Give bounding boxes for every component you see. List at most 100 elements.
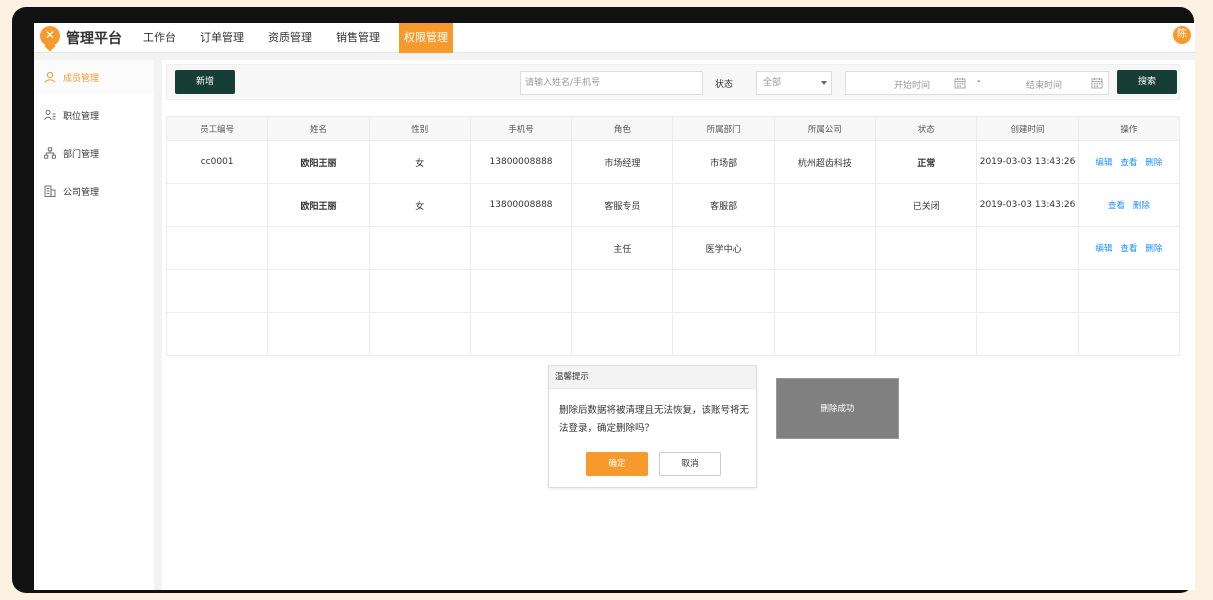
filter-toolbar: 新增 状态 全部 开始时间 - 结束时间 bbox=[166, 64, 1180, 100]
column-header: 所属部门 bbox=[672, 116, 775, 141]
cell-status: 正常 bbox=[875, 140, 978, 184]
status-select[interactable]: 全部 bbox=[756, 71, 832, 95]
column-header: 手机号 bbox=[469, 116, 573, 141]
confirm-button[interactable]: 确定 bbox=[586, 452, 648, 476]
cell-id: cc0001 bbox=[165, 140, 269, 184]
cell-phone: 13800008888 bbox=[469, 183, 573, 227]
table-row bbox=[165, 312, 1181, 356]
cell-name bbox=[267, 226, 370, 270]
add-button[interactable]: 新增 bbox=[175, 70, 235, 94]
cell-company bbox=[773, 183, 877, 227]
action-link[interactable]: 查看 bbox=[1120, 244, 1137, 254]
main-content: 新增 状态 全部 开始时间 - 结束时间 bbox=[162, 60, 1195, 590]
members-table: 员工编号 姓名 性别 手机号 角色 所属部门 所属公司 状态 创建时间 操作 cc0001 欧阳王丽… bbox=[165, 116, 1181, 356]
cell-id bbox=[165, 183, 269, 227]
logo-glyph: ✕ bbox=[44, 28, 56, 42]
column-header: 姓名 bbox=[267, 116, 370, 141]
action-link[interactable]: 查看 bbox=[1108, 201, 1125, 211]
status-label: 状态 bbox=[715, 80, 734, 90]
cell-id bbox=[165, 269, 269, 313]
column-header: 性别 bbox=[368, 116, 471, 141]
date-range-picker[interactable]: 开始时间 - 结束时间 bbox=[845, 71, 1109, 95]
cell-phone bbox=[469, 226, 573, 270]
cell-role bbox=[571, 312, 674, 356]
position-icon bbox=[44, 109, 56, 121]
cell-phone bbox=[469, 269, 573, 313]
cell-created: 2019-03-03 13:43:26 bbox=[976, 140, 1079, 184]
sidebar-item-1[interactable]: 职位管理 bbox=[34, 98, 154, 132]
cell-phone: 13800008888 bbox=[469, 140, 573, 184]
action-link[interactable]: 删除 bbox=[1145, 244, 1162, 254]
user-icon bbox=[44, 71, 56, 83]
column-header: 操作 bbox=[1077, 116, 1181, 141]
sidebar-item-label: 成员管理 bbox=[63, 73, 100, 84]
sidebar-item-3[interactable]: 公司管理 bbox=[34, 174, 154, 208]
cancel-button[interactable]: 取消 bbox=[659, 452, 721, 476]
cell-role bbox=[571, 269, 674, 313]
cell-dept: 医学中心 bbox=[672, 226, 775, 270]
cell-role: 主任 bbox=[571, 226, 674, 270]
cell-role: 市场经理 bbox=[571, 140, 674, 184]
cell-created bbox=[976, 269, 1079, 313]
logo-icon: ✕ bbox=[40, 26, 60, 46]
cell-company: 杭州超齿科技 bbox=[773, 140, 877, 184]
cell-id bbox=[165, 312, 269, 356]
cell-name bbox=[267, 269, 370, 313]
sidebar: 成员管理职位管理部门管理公司管理 bbox=[34, 60, 154, 590]
brand-title: 管理平台 bbox=[66, 31, 122, 47]
cell-gender bbox=[368, 226, 471, 270]
sidebar-item-0[interactable]: 成员管理 bbox=[34, 60, 154, 94]
nav-item-4[interactable]: 权限管理 bbox=[399, 23, 453, 53]
cell-name: 欧阳王丽 bbox=[267, 183, 370, 227]
device-frame: ✕ 管理平台 工作台 订单管理 资质管理 销售管理 权限管理 陈 成员管理职位管理部门管… bbox=[12, 7, 1195, 593]
nav-item-3[interactable]: 销售管理 bbox=[331, 23, 385, 53]
start-date-placeholder[interactable]: 开始时间 bbox=[894, 78, 930, 91]
action-link[interactable]: 查看 bbox=[1120, 158, 1137, 168]
table-row: cc0001 欧阳王丽女 13800008888 市场经理 市场部 杭州超齿科技 正常 201… bbox=[165, 140, 1181, 184]
cell-gender bbox=[368, 269, 471, 313]
calendar-icon[interactable] bbox=[954, 77, 966, 92]
action-link[interactable]: 编辑 bbox=[1095, 244, 1112, 254]
cell-created bbox=[976, 226, 1079, 270]
confirm-dialog: 温馨提示 删除后数据将被清理且无法恢复，该账号将无法登录，确定删除吗？ 确定 取… bbox=[548, 365, 757, 488]
cell-actions bbox=[1077, 269, 1181, 313]
cell-dept bbox=[672, 269, 775, 313]
table-body: cc0001 欧阳王丽女 13800008888 市场经理 市场部 杭州超齿科技 正常 201… bbox=[165, 140, 1181, 356]
building-icon bbox=[44, 185, 56, 197]
sidebar-item-2[interactable]: 部门管理 bbox=[34, 136, 154, 170]
cell-created: 2019-03-03 13:43:26 bbox=[976, 183, 1079, 227]
cell-created bbox=[976, 312, 1079, 356]
column-header: 所属公司 bbox=[773, 116, 877, 141]
avatar[interactable]: 陈 bbox=[1173, 26, 1191, 44]
sidebar-item-label: 部门管理 bbox=[63, 149, 100, 160]
calendar-icon[interactable] bbox=[1091, 77, 1103, 92]
nav-item-2[interactable]: 资质管理 bbox=[263, 23, 317, 53]
search-input[interactable] bbox=[520, 71, 703, 95]
table-row: 主任 医学中心 编辑 查看 删除 bbox=[165, 226, 1181, 270]
action-link[interactable]: 编辑 bbox=[1095, 158, 1112, 168]
nav-item-0[interactable]: 工作台 bbox=[138, 23, 181, 53]
cell-dept: 客服部 bbox=[672, 183, 775, 227]
nav-item-1[interactable]: 订单管理 bbox=[195, 23, 249, 53]
column-header: 员工编号 bbox=[165, 116, 269, 141]
action-link[interactable]: 删除 bbox=[1133, 201, 1150, 211]
cell-actions: 查看 删除 bbox=[1077, 183, 1181, 227]
cell-status bbox=[875, 312, 978, 356]
sidebar-item-label: 公司管理 bbox=[63, 187, 100, 198]
sidebar-item-label: 职位管理 bbox=[63, 111, 100, 122]
cell-actions: 编辑 查看 删除 bbox=[1077, 140, 1181, 184]
cell-actions: 编辑 查看 删除 bbox=[1077, 226, 1181, 270]
action-link[interactable]: 删除 bbox=[1145, 158, 1162, 168]
column-header: 角色 bbox=[571, 116, 674, 141]
top-bar: ✕ 管理平台 工作台 订单管理 资质管理 销售管理 权限管理 陈 bbox=[34, 23, 1195, 53]
range-separator: - bbox=[977, 76, 981, 87]
cell-status: 已关闭 bbox=[875, 183, 978, 227]
table-row: 欧阳王丽女 13800008888 客服专员 客服部 已关闭 2019-03-03 13:… bbox=[165, 183, 1181, 227]
cell-company bbox=[773, 226, 877, 270]
column-header: 创建时间 bbox=[976, 116, 1079, 141]
cell-actions bbox=[1077, 312, 1181, 356]
cell-dept bbox=[672, 312, 775, 356]
dialog-title: 温馨提示 bbox=[549, 366, 756, 389]
end-date-placeholder[interactable]: 结束时间 bbox=[1026, 78, 1062, 91]
search-button[interactable]: 搜索 bbox=[1117, 70, 1177, 94]
